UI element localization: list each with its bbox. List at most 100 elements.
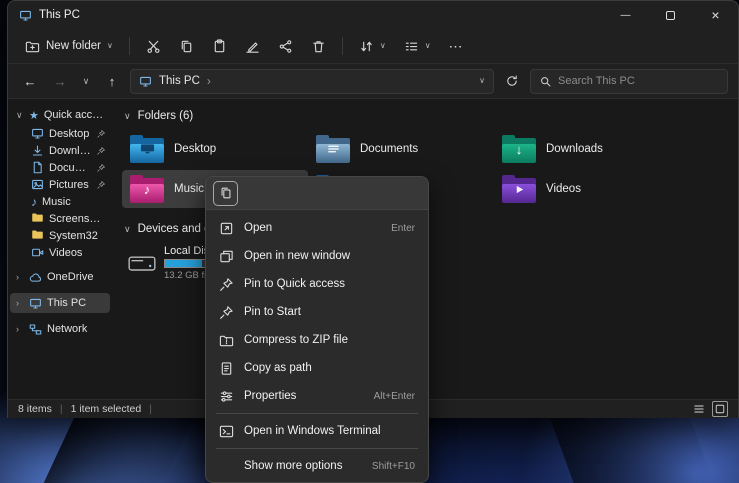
sidebar-item-label: Network (47, 323, 87, 335)
cut-icon (146, 39, 161, 54)
copy-icon (179, 39, 194, 54)
new-window-icon (219, 249, 234, 264)
pin-to-start-icon (219, 305, 234, 320)
copy-path-icon (219, 361, 234, 376)
menu-item-copy-as-path[interactable]: Copy as path (210, 354, 424, 382)
document-icon (31, 161, 44, 174)
status-divider: | (149, 403, 152, 415)
menu-item-open[interactable]: Open Enter (210, 214, 424, 242)
copy-button[interactable] (213, 181, 238, 206)
large-icons-view-button[interactable] (712, 401, 728, 417)
music-folder-icon: ♪ (130, 175, 164, 203)
close-button[interactable]: × (693, 1, 738, 29)
toolbar-divider (129, 37, 130, 55)
music-note-icon: ♪ (31, 195, 37, 209)
sidebar-item-videos[interactable]: Videos (10, 244, 110, 261)
chevron-down-icon[interactable]: ∨ (16, 110, 24, 121)
share-icon (278, 39, 293, 54)
sidebar-item-pictures[interactable]: Pictures (10, 176, 110, 193)
sidebar-item-music[interactable]: ♪ Music (10, 193, 110, 210)
more-options-button[interactable]: ⋯ (442, 33, 471, 60)
hard-drive-icon (128, 251, 156, 275)
folder-icon (31, 228, 44, 244)
view-button[interactable]: ∨ (397, 34, 438, 59)
sidebar-item-this-pc[interactable]: › This PC (10, 293, 110, 313)
menu-item-properties[interactable]: Properties Alt+Enter (210, 382, 424, 410)
sidebar-item-downloads[interactable]: Downloads (10, 142, 110, 159)
wallpaper-shape (546, 408, 713, 483)
chevron-down-icon: ∨ (380, 42, 386, 50)
menu-item-show-more-options[interactable]: Show more options Shift+F10 (210, 452, 424, 480)
navigation-bar: ← → ∨ ↑ This PC › ∨ (8, 64, 738, 99)
sidebar-item-system32[interactable]: System32 (10, 227, 110, 244)
downloads-folder-icon: ↓ (502, 135, 536, 163)
folder-tile-documents[interactable]: Documents (308, 130, 494, 168)
pin-icon (96, 146, 106, 156)
folder-tile-desktop[interactable]: Desktop (122, 130, 308, 168)
chevron-down-icon: ∨ (83, 76, 90, 87)
menu-item-open-in-new-window[interactable]: Open in new window (210, 242, 424, 270)
sidebar-item-desktop[interactable]: Desktop (10, 125, 110, 142)
address-dropdown-icon[interactable]: ∨ (479, 77, 485, 85)
folders-group-header[interactable]: ∨ Folders (6) (124, 107, 738, 125)
back-button[interactable]: ← (18, 69, 42, 93)
search-input[interactable] (558, 75, 719, 87)
menu-item-open-in-windows-terminal[interactable]: Open in Windows Terminal (210, 417, 424, 445)
monitor-icon (29, 297, 42, 310)
folder-name: Desktop (174, 143, 216, 155)
more-icon: ⋯ (449, 38, 464, 55)
maximize-button[interactable] (648, 1, 693, 29)
sidebar-item-onedrive[interactable]: › OneDrive (10, 267, 110, 287)
sidebar-item-network[interactable]: › Network (10, 319, 110, 339)
sidebar-item-documents[interactable]: Documents (10, 159, 110, 176)
desktop-folder-icon (130, 135, 164, 163)
rename-button[interactable] (238, 34, 267, 59)
chevron-right-icon[interactable]: › (16, 272, 24, 282)
menu-separator (216, 413, 418, 414)
address-bar[interactable]: This PC › ∨ (130, 69, 494, 94)
paste-button[interactable] (205, 34, 234, 59)
sidebar-item-label: System32 (49, 230, 98, 242)
sidebar-item-label: Music (42, 196, 71, 208)
titlebar[interactable]: This PC — × (8, 1, 738, 29)
copy-button[interactable] (172, 34, 201, 59)
wallpaper-shape (44, 413, 197, 483)
properties-icon (219, 389, 234, 404)
forward-button[interactable]: → (48, 69, 72, 93)
breadcrumb-chevron-icon[interactable]: › (207, 74, 211, 88)
new-folder-label: New folder (46, 40, 101, 52)
documents-folder-icon (316, 135, 350, 163)
sidebar-item-screenshots[interactable]: Screenshots (10, 210, 110, 227)
details-view-button[interactable] (692, 402, 706, 416)
refresh-button[interactable] (500, 69, 524, 93)
command-bar: New folder ∨ ∨ ∨ ⋯ (8, 29, 738, 64)
menu-item-pin-to-start[interactable]: Pin to Start (210, 298, 424, 326)
back-icon: ← (24, 74, 37, 89)
folder-tile-downloads[interactable]: ↓ Downloads (494, 130, 680, 168)
new-folder-button[interactable]: New folder ∨ (18, 34, 120, 59)
minimize-button[interactable]: — (603, 1, 648, 29)
sort-button[interactable]: ∨ (352, 34, 393, 59)
music-note-glyph: ♪ (130, 175, 164, 203)
cut-button[interactable] (139, 34, 168, 59)
download-icon (31, 144, 44, 157)
toolbar-divider (342, 37, 343, 55)
chevron-right-icon[interactable]: › (16, 324, 24, 334)
delete-button[interactable] (304, 34, 333, 59)
breadcrumb[interactable]: This PC (159, 75, 200, 87)
recent-locations-button[interactable]: ∨ (78, 69, 94, 93)
close-icon: × (711, 7, 719, 23)
up-button[interactable]: ↑ (100, 69, 124, 93)
share-button[interactable] (271, 34, 300, 59)
menu-item-shortcut: Alt+Enter (374, 391, 415, 402)
chevron-right-icon[interactable]: › (16, 298, 24, 308)
sidebar-item-quick-access[interactable]: ∨ ★ Quick access (10, 105, 110, 125)
picture-icon (31, 178, 44, 191)
search-box[interactable] (530, 69, 728, 94)
menu-item-pin-to-quick-access[interactable]: Pin to Quick access (210, 270, 424, 298)
navigation-pane: ∨ ★ Quick access Desktop Downloads Docum… (8, 99, 112, 399)
menu-item-compress-to-zip[interactable]: Compress to ZIP file (210, 326, 424, 354)
menu-icon-spacer (219, 459, 234, 474)
folder-tile-videos[interactable]: Videos (494, 170, 680, 208)
chevron-down-icon: ∨ (124, 112, 131, 121)
